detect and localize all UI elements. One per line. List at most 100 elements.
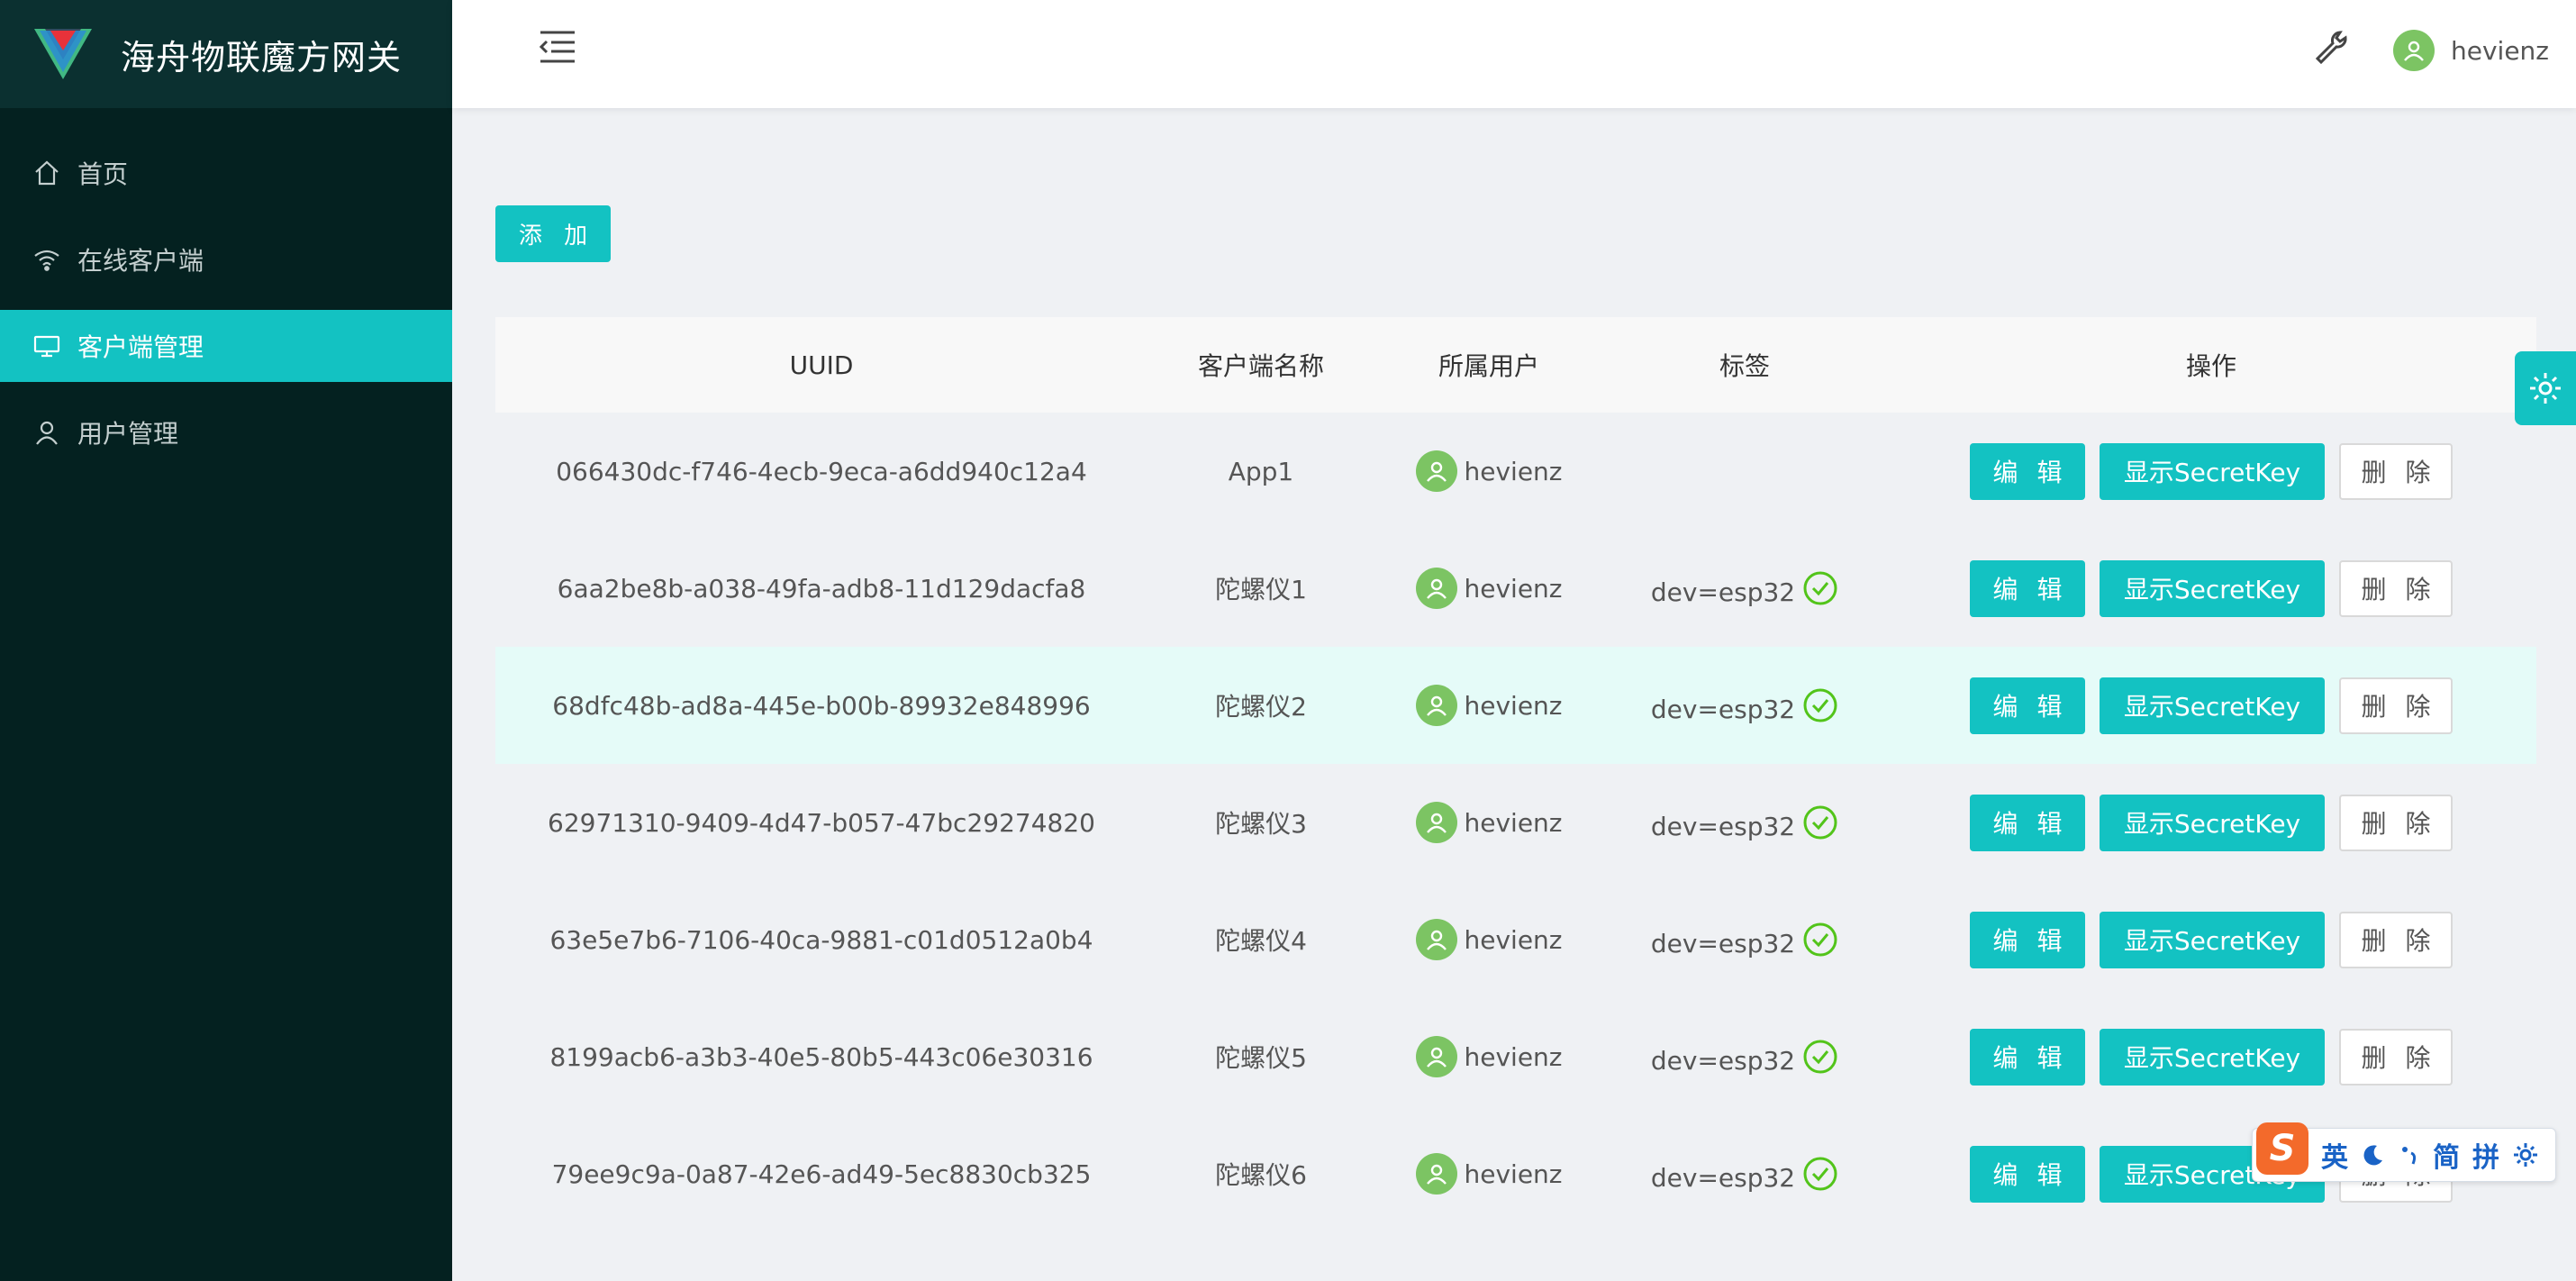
show-secret-key-button[interactable]: 显示SecretKey xyxy=(2100,442,2325,500)
sidebar-item-label: 用户管理 xyxy=(77,419,179,449)
user-name: hevienz xyxy=(1464,1041,1563,1072)
column-header-user: 所属用户 xyxy=(1438,351,1539,381)
home-icon xyxy=(32,159,61,187)
tag-text: dev=esp32 xyxy=(1650,1162,1796,1193)
tag-text: dev=esp32 xyxy=(1650,811,1796,841)
name-cell: 陀螺仪1 xyxy=(1215,575,1307,604)
delete-button[interactable]: 删 除 xyxy=(2339,911,2453,968)
tag-cell: dev=esp32 xyxy=(1603,922,1886,958)
show-secret-key-button[interactable]: 显示SecretKey xyxy=(2100,559,2325,617)
ime-toolbar: S 英 简 拼 xyxy=(2252,1122,2556,1182)
tag-cell: dev=esp32 xyxy=(1603,687,1886,724)
table-row: 8199acb6-a3b3-40e5-80b5-443c06e30316 陀螺仪… xyxy=(495,998,2536,1115)
delete-button[interactable]: 删 除 xyxy=(2339,794,2453,851)
actions-cell: 编 辑 显示SecretKey 删 除 xyxy=(1886,1028,2536,1086)
wrench-icon[interactable] xyxy=(2313,29,2349,65)
gear-icon xyxy=(2530,373,2561,404)
user-icon xyxy=(32,418,61,447)
column-header-tag: 标签 xyxy=(1719,351,1770,381)
edit-button[interactable]: 编 辑 xyxy=(1970,1145,2085,1203)
tag-text: dev=esp32 xyxy=(1650,928,1796,958)
tag-cell: dev=esp32 xyxy=(1603,570,1886,607)
wifi-icon xyxy=(32,245,61,274)
delete-button[interactable]: 删 除 xyxy=(2339,1028,2453,1086)
tag-cell: dev=esp32 xyxy=(1603,1156,1886,1193)
name-cell: 陀螺仪4 xyxy=(1215,926,1307,956)
edit-button[interactable]: 编 辑 xyxy=(1970,794,2085,851)
user-avatar-icon xyxy=(1415,1153,1457,1195)
menu-fold-icon[interactable] xyxy=(539,29,576,65)
delete-button[interactable]: 删 除 xyxy=(2339,677,2453,734)
sidebar-item-client-management[interactable]: 客户端管理 xyxy=(0,310,452,382)
user-name: hevienz xyxy=(1464,456,1563,486)
edit-button[interactable]: 编 辑 xyxy=(1970,1028,2085,1086)
uuid-cell: 066430dc-f746-4ecb-9eca-a6dd940c12a4 xyxy=(556,456,1087,486)
sidebar-item-label: 首页 xyxy=(77,159,129,189)
uuid-cell: 8199acb6-a3b3-40e5-80b5-443c06e30316 xyxy=(549,1041,1093,1072)
sogou-logo-icon[interactable]: S xyxy=(2256,1122,2308,1175)
user-avatar-icon xyxy=(1415,568,1457,609)
header-user-name: hevienz xyxy=(2451,35,2549,66)
user-cell: hevienz xyxy=(1374,450,1603,492)
name-cell: 陀螺仪3 xyxy=(1215,809,1307,839)
table-row: 68dfc48b-ad8a-445e-b00b-89932e848996 陀螺仪… xyxy=(495,647,2536,764)
name-cell: 陀螺仪5 xyxy=(1215,1043,1307,1073)
monitor-icon xyxy=(32,332,61,360)
check-circle-icon xyxy=(1802,804,1838,840)
edit-button[interactable]: 编 辑 xyxy=(1970,911,2085,968)
user-avatar-icon xyxy=(1415,1036,1457,1077)
user-avatar-icon xyxy=(1415,685,1457,726)
user-menu[interactable]: hevienz xyxy=(2393,29,2549,72)
table-row: 066430dc-f746-4ecb-9eca-a6dd940c12a4 App… xyxy=(495,413,2536,530)
tag-text: dev=esp32 xyxy=(1650,694,1796,724)
name-cell: App1 xyxy=(1228,456,1294,486)
top-header: hevienz xyxy=(452,0,2576,108)
user-avatar-icon xyxy=(2393,30,2435,71)
user-avatar-icon xyxy=(1415,919,1457,960)
uuid-cell: 62971310-9409-4d47-b057-47bc29274820 xyxy=(548,807,1095,838)
sidebar-item-online-clients[interactable]: 在线客户端 xyxy=(0,223,452,295)
ime-simplified[interactable]: 简 xyxy=(2433,1135,2460,1175)
user-avatar-icon xyxy=(1415,802,1457,843)
delete-button[interactable]: 删 除 xyxy=(2339,442,2453,500)
sidebar-item-user-management[interactable]: 用户管理 xyxy=(0,396,452,468)
edit-button[interactable]: 编 辑 xyxy=(1970,559,2085,617)
settings-float-button[interactable] xyxy=(2515,351,2576,425)
user-name: hevienz xyxy=(1464,690,1563,721)
moon-icon[interactable] xyxy=(2361,1142,2386,1167)
edit-button[interactable]: 编 辑 xyxy=(1970,442,2085,500)
uuid-cell: 6aa2be8b-a038-49fa-adb8-11d129dacfa8 xyxy=(557,573,1086,604)
user-cell: hevienz xyxy=(1374,568,1603,609)
actions-cell: 编 辑 显示SecretKey 删 除 xyxy=(1886,677,2536,734)
sidebar-item-home[interactable]: 首页 xyxy=(0,137,452,209)
show-secret-key-button[interactable]: 显示SecretKey xyxy=(2100,677,2325,734)
user-cell: hevienz xyxy=(1374,685,1603,726)
check-circle-icon xyxy=(1802,687,1838,723)
tag-text: dev=esp32 xyxy=(1650,577,1796,607)
table-row: 6aa2be8b-a038-49fa-adb8-11d129dacfa8 陀螺仪… xyxy=(495,530,2536,647)
user-name: hevienz xyxy=(1464,1158,1563,1189)
user-avatar-icon xyxy=(1415,450,1457,492)
check-circle-icon xyxy=(1802,1156,1838,1192)
show-secret-key-button[interactable]: 显示SecretKey xyxy=(2100,1028,2325,1086)
ime-pinyin[interactable]: 拼 xyxy=(2472,1135,2499,1175)
uuid-cell: 68dfc48b-ad8a-445e-b00b-89932e848996 xyxy=(552,690,1091,721)
delete-button[interactable]: 删 除 xyxy=(2339,559,2453,617)
client-table: UUID 客户端名称 所属用户 标签 操作 066430dc-f746-4ecb… xyxy=(495,317,2536,1232)
actions-cell: 编 辑 显示SecretKey 删 除 xyxy=(1886,794,2536,851)
gear-icon[interactable] xyxy=(2512,1141,2539,1168)
add-button[interactable]: 添 加 xyxy=(495,205,611,262)
show-secret-key-button[interactable]: 显示SecretKey xyxy=(2100,794,2325,851)
uuid-cell: 63e5e7b6-7106-40ca-9881-c01d0512a0b4 xyxy=(549,924,1093,955)
user-name: hevienz xyxy=(1464,924,1563,955)
table-row: 63e5e7b6-7106-40ca-9881-c01d0512a0b4 陀螺仪… xyxy=(495,881,2536,998)
sidebar: 海舟物联魔方网关 首页 在线客户端 客户端管理 用户管理 xyxy=(0,0,452,1281)
tag-text: dev=esp32 xyxy=(1650,1045,1796,1076)
actions-cell: 编 辑 显示SecretKey 删 除 xyxy=(1886,559,2536,617)
edit-button[interactable]: 编 辑 xyxy=(1970,677,2085,734)
column-header-name: 客户端名称 xyxy=(1197,351,1324,381)
punctuation-icon[interactable] xyxy=(2399,1142,2420,1167)
show-secret-key-button[interactable]: 显示SecretKey xyxy=(2100,911,2325,968)
table-header: UUID 客户端名称 所属用户 标签 操作 xyxy=(495,317,2536,413)
ime-mode-english[interactable]: 英 xyxy=(2321,1135,2348,1175)
